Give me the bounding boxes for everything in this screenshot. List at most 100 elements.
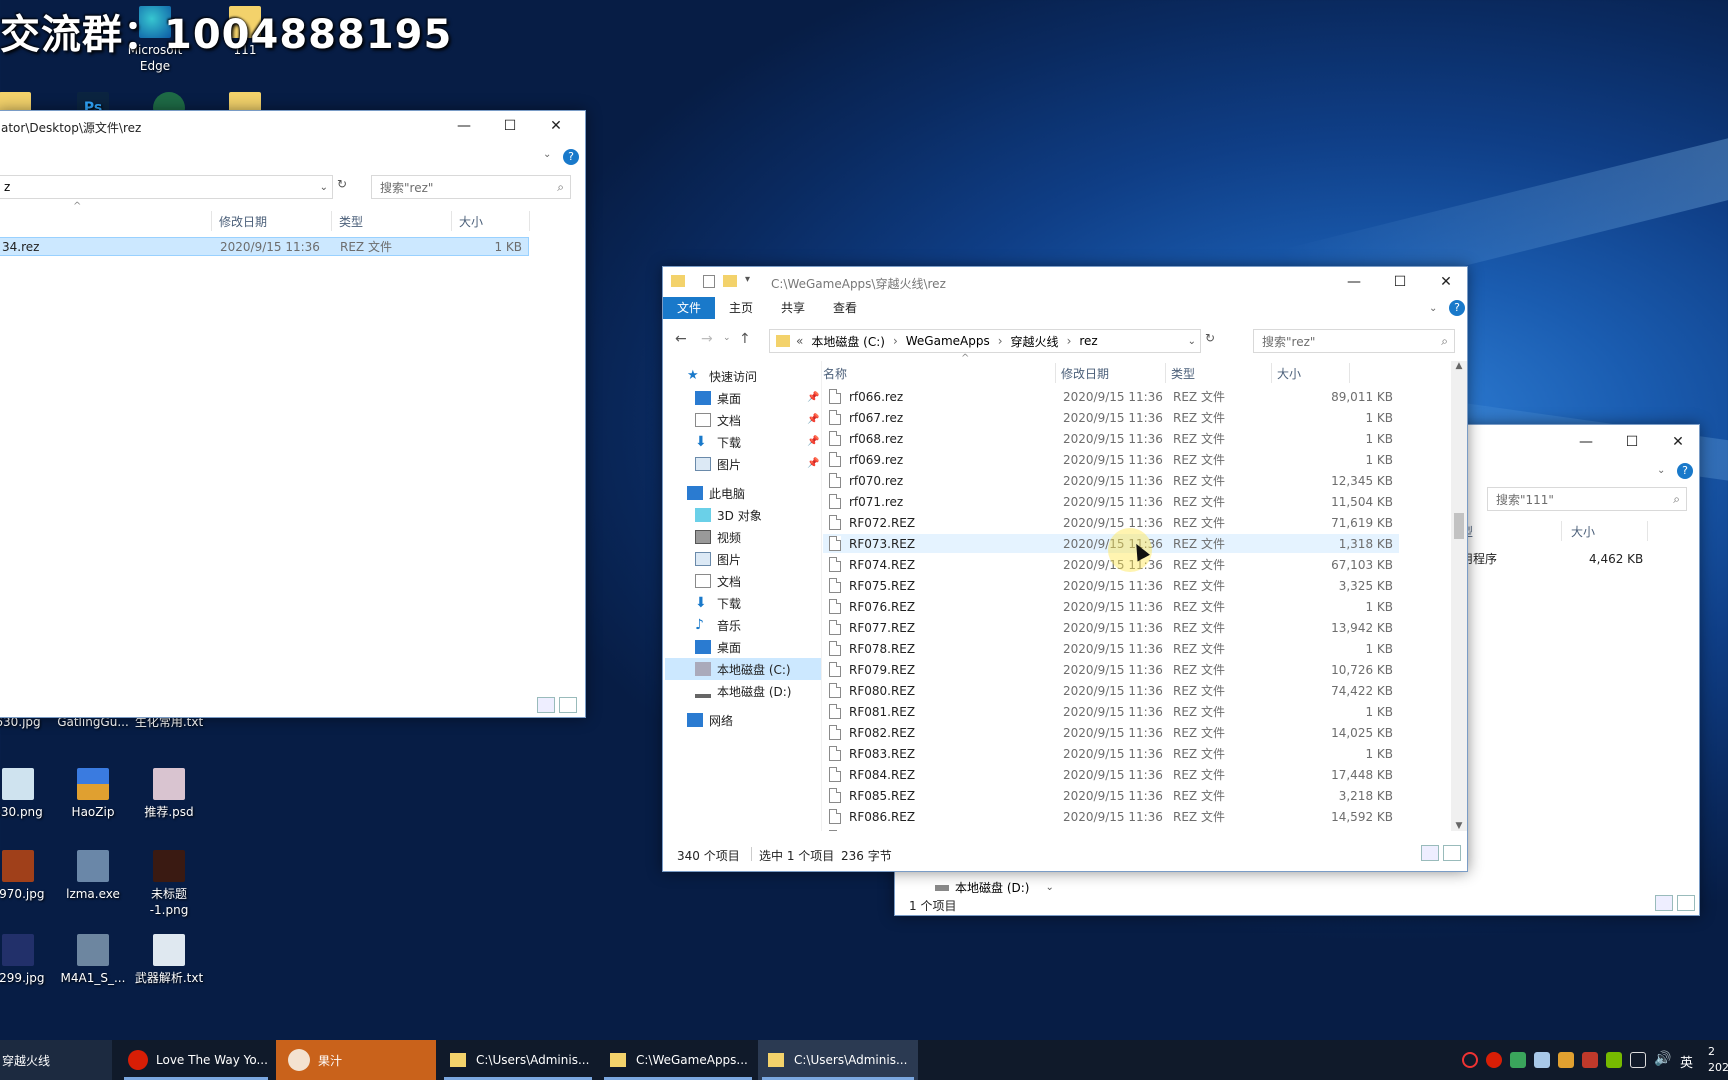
file-row[interactable]: rf070.rez 2020/9/15 11:36 REZ 文件 12,345 KB <box>823 471 1399 490</box>
nav-desktop[interactable]: 桌面 <box>695 636 741 658</box>
file-row[interactable]: RF085.REZ 2020/9/15 11:36 REZ 文件 3,218 KB <box>823 786 1399 805</box>
ribbon-expand-icon[interactable]: ⌄ <box>1657 465 1665 476</box>
chevron-down-icon[interactable]: ⌄ <box>1045 882 1053 893</box>
file-row[interactable]: rf071.rez 2020/9/15 11:36 REZ 文件 11,504 KB <box>823 492 1399 511</box>
close-button[interactable]: ✕ <box>1423 267 1467 297</box>
search-input[interactable]: 搜索"rez" ⌕ <box>371 175 571 199</box>
col-size[interactable]: 大小 <box>1277 365 1301 382</box>
refresh-button[interactable]: ↻ <box>1205 331 1215 345</box>
nav-quick-access[interactable]: ★ 快速访问 <box>687 365 757 387</box>
file-row[interactable]: RF083.REZ 2020/9/15 11:36 REZ 文件 1 KB <box>823 744 1399 763</box>
col-type[interactable]: 类型 <box>1171 365 1195 382</box>
breadcrumb-item[interactable]: 穿越火线 <box>1011 333 1059 350</box>
nav-this-pc[interactable]: 此电脑 <box>687 482 745 504</box>
nav-music[interactable]: ♪ 音乐 <box>695 614 741 636</box>
main-explorer-window[interactable]: ▾ C:\WeGameApps\穿越火线\rez — ☐ ✕ 文件 主页 共享 … <box>662 266 1468 872</box>
tab-file[interactable]: 文件 <box>663 297 716 319</box>
tab-share[interactable]: 共享 <box>767 297 819 319</box>
clock[interactable]: 2 202 <box>1708 1044 1728 1076</box>
ribbon-expand-icon[interactable]: ⌄ <box>543 149 551 160</box>
help-icon[interactable]: ? <box>1449 300 1465 316</box>
chevron-down-icon[interactable]: ⌄ <box>1188 336 1196 347</box>
nav-pictures-pinned[interactable]: 图片 <box>695 453 741 475</box>
address-bar[interactable]: z ⌄ <box>0 175 333 199</box>
ribbon-expand-icon[interactable]: ⌄ <box>1429 303 1437 314</box>
minimize-button[interactable]: — <box>1331 267 1377 297</box>
tab-view[interactable]: 查看 <box>819 297 871 319</box>
help-icon[interactable]: ? <box>1677 463 1693 479</box>
search-input[interactable]: 搜索"rez" ⌕ <box>1253 329 1455 353</box>
properties-icon[interactable] <box>703 275 715 288</box>
breadcrumb-item[interactable]: rez <box>1079 334 1097 348</box>
details-view-button[interactable] <box>537 697 555 713</box>
breadcrumb-item[interactable]: WeGameApps <box>906 334 990 348</box>
nav-desktop-pinned[interactable]: 桌面 <box>695 387 741 409</box>
taskbar-item-juice[interactable]: 果汁 <box>276 1040 436 1080</box>
file-row[interactable]: RF079.REZ 2020/9/15 11:36 REZ 文件 10,726 KB <box>823 660 1399 679</box>
recent-locations-icon[interactable]: ⌄ <box>723 333 731 343</box>
file-row[interactable]: rf069.rez 2020/9/15 11:36 REZ 文件 1 KB <box>823 450 1399 469</box>
tiles-view-button[interactable] <box>1677 895 1695 911</box>
tray-app-icon[interactable] <box>1606 1052 1622 1068</box>
nav-documents-pinned[interactable]: 文档 <box>695 409 741 431</box>
tray-app-icon[interactable] <box>1582 1052 1598 1068</box>
ime-indicator[interactable]: 英 <box>1680 1052 1693 1071</box>
file-row[interactable]: RF080.REZ 2020/9/15 11:36 REZ 文件 74,422 KB <box>823 681 1399 700</box>
title-bar[interactable]: ▾ C:\WeGameApps\穿越火线\rez — ☐ ✕ <box>663 267 1467 297</box>
scroll-down-arrow[interactable]: ▼ <box>1451 821 1467 831</box>
file-row[interactable]: RF077.REZ 2020/9/15 11:36 REZ 文件 13,942 KB <box>823 618 1399 637</box>
network-icon[interactable] <box>1630 1052 1646 1068</box>
file-row[interactable]: RF078.REZ 2020/9/15 11:36 REZ 文件 1 KB <box>823 639 1399 658</box>
nav-downloads-pinned[interactable]: ⬇ 下载 <box>695 431 741 453</box>
details-view-button[interactable] <box>1421 845 1439 861</box>
address-bar[interactable]: « 本地磁盘 (C:) › WeGameApps › 穿越火线 › rez ⌄ <box>769 329 1201 353</box>
col-size[interactable]: 大小 <box>459 213 483 230</box>
nav-documents[interactable]: 文档 <box>695 570 741 592</box>
tray-app-icon[interactable] <box>1558 1052 1574 1068</box>
record-icon[interactable] <box>1462 1052 1478 1068</box>
file-row[interactable]: RF082.REZ 2020/9/15 11:36 REZ 文件 14,025 KB <box>823 723 1399 742</box>
drive-d-item[interactable]: 本地磁盘 (D:) ⌄ <box>935 879 1054 896</box>
taskbar-item-music[interactable]: Love The Way Yo... <box>120 1040 272 1080</box>
file-row[interactable]: rf067.rez 2020/9/15 11:36 REZ 文件 1 KB <box>823 408 1399 427</box>
taskbar-item-explorer-2[interactable]: C:\WeGameApps... <box>600 1040 756 1080</box>
tab-home[interactable]: 主页 <box>715 297 767 319</box>
desktop-icon-weapon-txt[interactable]: 武器解析.txt <box>124 934 214 986</box>
back-button[interactable]: ← <box>675 331 687 347</box>
col-name[interactable]: 名称 <box>823 365 847 382</box>
taskbar-item-cf[interactable]: 穿越火线 <box>0 1040 112 1080</box>
chevron-right-icon[interactable]: › <box>998 334 1003 348</box>
chevron-down-icon[interactable]: ⌄ <box>320 182 328 193</box>
chevron-right-icon[interactable]: › <box>1067 334 1072 348</box>
tray-app-icon[interactable] <box>1534 1052 1550 1068</box>
nav-network[interactable]: 网络 <box>687 709 733 731</box>
taskbar-item-explorer-1[interactable]: C:\Users\Adminis... <box>440 1040 596 1080</box>
col-date[interactable]: 修改日期 <box>219 213 267 230</box>
maximize-button[interactable]: ☐ <box>1377 267 1423 297</box>
tiles-view-button[interactable] <box>1443 845 1461 861</box>
minimize-button[interactable]: — <box>441 111 487 141</box>
scroll-thumb[interactable] <box>1454 513 1464 539</box>
close-button[interactable]: ✕ <box>533 111 579 141</box>
breadcrumb-item[interactable]: 本地磁盘 (C:) <box>811 333 885 350</box>
col-type[interactable]: 类型 <box>339 213 363 230</box>
file-row[interactable]: RF081.REZ 2020/9/15 11:36 REZ 文件 1 KB <box>823 702 1399 721</box>
taskbar-item-explorer-3[interactable]: C:\Users\Adminis... <box>758 1040 918 1080</box>
quick-access-dropdown-icon[interactable]: ▾ <box>745 274 750 285</box>
nav-pictures[interactable]: 图片 <box>695 548 741 570</box>
desktop-icon-untitled[interactable]: 未标题 -1.png <box>124 850 214 918</box>
new-folder-icon[interactable] <box>723 275 737 287</box>
table-row[interactable]: 34.rez 2020/9/15 11:36 REZ 文件 1 KB <box>0 237 529 256</box>
nav-drive-c[interactable]: 本地磁盘 (C:) <box>665 658 821 680</box>
refresh-button[interactable]: ↻ <box>337 177 347 191</box>
file-row[interactable]: RF076.REZ 2020/9/15 11:36 REZ 文件 1 KB <box>823 597 1399 616</box>
maximize-button[interactable]: ☐ <box>487 111 533 141</box>
volume-icon[interactable]: 🔊 <box>1654 1051 1671 1067</box>
file-row[interactable]: RF086.REZ 2020/9/15 11:36 REZ 文件 14,592 KB <box>823 807 1399 826</box>
up-button[interactable]: ↑ <box>739 331 751 347</box>
file-row[interactable]: RF072.REZ 2020/9/15 11:36 REZ 文件 71,619 KB <box>823 513 1399 532</box>
maximize-button[interactable]: ☐ <box>1609 427 1655 457</box>
left-explorer-window[interactable]: ator\Desktop\源文件\rez — ☐ ✕ ⌄ ? z ⌄ ↻ 搜索"… <box>0 110 586 718</box>
tray-app-icon[interactable] <box>1510 1052 1526 1068</box>
file-row[interactable]: RF084.REZ 2020/9/15 11:36 REZ 文件 17,448 KB <box>823 765 1399 784</box>
